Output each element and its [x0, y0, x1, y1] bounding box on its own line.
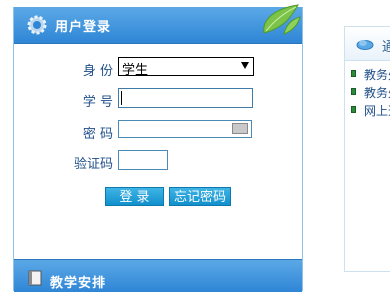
book-icon: [28, 270, 42, 286]
teaching-schedule-header[interactable]: 教学安排: [14, 259, 302, 292]
bullet-icon: [351, 88, 356, 95]
notice-item[interactable]: 教务处: [351, 66, 390, 82]
keyboard-icon[interactable]: [232, 123, 248, 134]
login-button[interactable]: 登 录: [105, 187, 164, 206]
notice-item-text: 网上选: [364, 104, 390, 118]
identity-row: 身 份 学生: [14, 57, 302, 81]
forgot-password-button[interactable]: 忘记密码: [169, 187, 231, 206]
text-cursor: [121, 91, 122, 105]
login-header: 用户登录: [14, 4, 302, 44]
leaf-decoration-icon: [263, 4, 301, 35]
notice-item-text: 教务处: [364, 86, 390, 100]
bullet-icon: [351, 70, 356, 77]
notice-item-text: 教务处: [364, 68, 390, 82]
student-id-input[interactable]: [118, 88, 253, 108]
login-panel: 用户登录 身 份 学生 学 号 密 码 验证码 登 录 忘记密码 教学安排: [13, 4, 303, 292]
captcha-input[interactable]: [118, 150, 168, 170]
notice-title: 通: [382, 40, 390, 55]
captcha-label: 验证码: [73, 157, 113, 172]
gear-icon: [27, 15, 47, 35]
dropdown-arrow-icon: [241, 62, 249, 69]
captcha-row: 验证码: [14, 150, 302, 174]
password-label: 密 码: [82, 127, 113, 142]
teaching-schedule-title: 教学安排: [50, 276, 107, 291]
login-title: 用户登录: [55, 20, 112, 35]
notice-panel: 通 教务处 教务处 网上选: [344, 26, 390, 272]
student-id-label: 学 号: [82, 95, 113, 110]
identity-label: 身 份: [82, 64, 113, 79]
notice-item[interactable]: 网上选: [351, 102, 390, 118]
identity-select[interactable]: 学生: [118, 57, 254, 78]
password-row: 密 码: [14, 120, 302, 144]
identity-selected-value: 学生: [122, 63, 149, 78]
password-input[interactable]: [118, 120, 252, 138]
notice-item[interactable]: 教务处: [351, 84, 390, 100]
bullet-icon: [351, 106, 356, 113]
button-row: 登 录 忘记密码: [14, 187, 302, 211]
cloud-icon: [356, 40, 374, 50]
notice-header: 通: [345, 27, 390, 61]
student-id-row: 学 号: [14, 88, 302, 112]
